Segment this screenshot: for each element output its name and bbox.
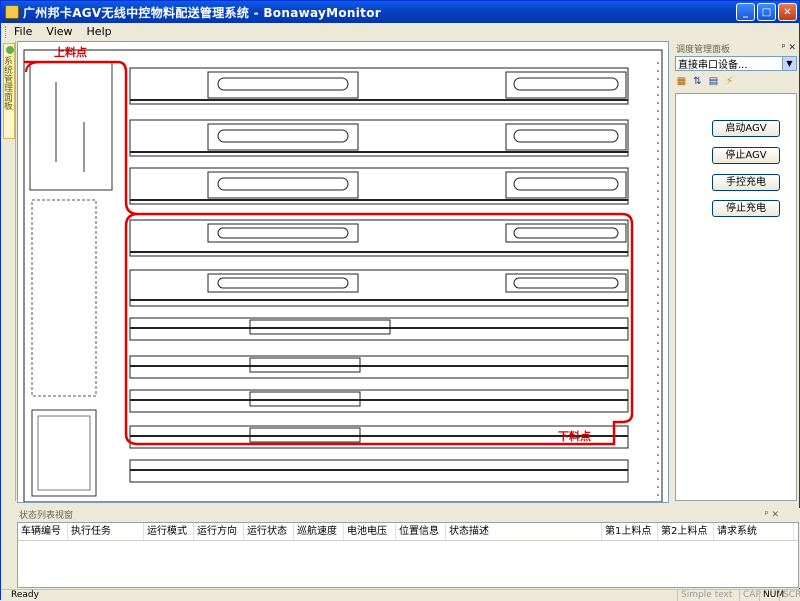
status-column-header[interactable]: 状态描述 — [446, 523, 602, 540]
stop-agv-button[interactable]: 停止AGV — [712, 147, 780, 164]
system-panel-tab-label: 系统管理面板 — [2, 56, 12, 110]
row-5 — [129, 269, 629, 307]
row-10 — [129, 459, 629, 483]
status-column-header[interactable]: 车辆编号 — [18, 523, 68, 540]
status-column-header[interactable]: 第1上料点 — [602, 523, 658, 540]
panel-status-icon — [6, 46, 14, 54]
status-column-header[interactable]: 第2上料点 — [658, 523, 714, 540]
row-8 — [129, 389, 629, 413]
left-zone-mid — [31, 199, 97, 397]
status-simple-text: Simple text — [677, 590, 732, 601]
floor-map-canvas: 上料点 下料点 — [23, 45, 663, 502]
dispatch-toolbar: ▦ ⇅ ▤ ⚡ — [675, 73, 797, 89]
left-zone-top — [29, 61, 113, 191]
dispatch-panel-header: 调度管理面板 ᵖ ✕ — [673, 41, 799, 55]
maximize-button[interactable]: □ — [757, 3, 776, 21]
left-zone-bottom — [31, 409, 97, 497]
status-column-header[interactable]: 运行状态 — [244, 523, 294, 540]
status-list-panel: 状态列表视窗 ᵖ ✕ 车辆编号 执行任务 运行模式 运行方向 运行状态 巡航速度 电池电压位… — [1, 508, 800, 588]
minimize-button[interactable]: _ — [736, 3, 755, 21]
status-column-header[interactable]: 请求系统 — [714, 523, 794, 540]
status-scrl: SCRL — [779, 590, 800, 601]
status-list-pin-icon[interactable]: ᵖ ✕ — [765, 510, 779, 520]
status-cap: CAP — [739, 590, 761, 601]
main-window: 广州邦卡AGV无线中控物料配送管理系统 - BonawayMonitor _ □… — [0, 0, 800, 601]
agv-route-start — [25, 61, 43, 73]
menu-file[interactable]: File — [14, 25, 32, 38]
app-icon — [5, 5, 19, 19]
menu-help[interactable]: Help — [87, 25, 112, 38]
dispatch-panel-title: 调度管理面板 — [676, 44, 731, 55]
status-column-header[interactable]: 位置信息 — [396, 523, 446, 540]
status-column-header[interactable]: 运行方向 — [194, 523, 244, 540]
row-2 — [129, 119, 629, 157]
row-7 — [129, 355, 629, 379]
menu-view[interactable]: View — [46, 25, 72, 38]
floor-map[interactable]: 上料点 下料点 — [17, 41, 669, 503]
manual-charge-button[interactable]: 手控充电 — [712, 174, 780, 191]
status-table[interactable]: 车辆编号 执行任务 运行模式 运行方向 运行状态 巡航速度 电池电压 位置信息 状态描述 第1上料… — [17, 522, 799, 588]
left-zone-bottom-inner — [37, 415, 91, 491]
status-ready: Ready — [11, 590, 39, 600]
chevron-down-icon[interactable]: ▼ — [782, 57, 796, 70]
status-column-header[interactable]: 巡航速度 — [294, 523, 344, 540]
port-select-value: 直接串口设备... — [678, 60, 748, 71]
lightning-icon[interactable]: ⚡ — [723, 75, 736, 88]
load-point-label: 上料点 — [54, 45, 87, 59]
grid-icon[interactable]: ▦ — [675, 75, 688, 88]
unload-point-label: 下料点 — [558, 429, 591, 443]
dispatch-panel-content: 启动AGV 停止AGV 手控充电 停止充电 — [675, 93, 797, 501]
list-icon[interactable]: ▤ — [707, 75, 720, 88]
row-3 — [129, 167, 629, 205]
stop-charge-button[interactable]: 停止充电 — [712, 200, 780, 217]
menu-bar: File View Help — [1, 23, 799, 40]
close-button[interactable]: ✕ — [778, 3, 797, 21]
dispatch-panel-pin-icon[interactable]: ᵖ ✕ — [782, 43, 796, 53]
row-4 — [129, 219, 629, 257]
dispatch-panel: 调度管理面板 ᵖ ✕ 直接串口设备... ▼ ▦ ⇅ ▤ ⚡ 启动AGV 停止A… — [673, 41, 799, 503]
menu-grip — [5, 25, 8, 38]
status-bar: Ready Simple text CAP NUM SCRL — [1, 589, 800, 601]
status-list-title: 状态列表视窗 — [19, 511, 74, 521]
title-bar[interactable]: 广州邦卡AGV无线中控物料配送管理系统 - BonawayMonitor _ □… — [1, 1, 799, 23]
window-title: 广州邦卡AGV无线中控物料配送管理系统 - BonawayMonitor — [23, 5, 381, 20]
sort-icon[interactable]: ⇅ — [691, 75, 704, 88]
system-panel-tab[interactable]: 系统管理面板 — [2, 43, 15, 139]
status-table-header: 车辆编号 执行任务 运行模式 运行方向 运行状态 巡航速度 电池电压 位置信息 状态描述 第1上料… — [18, 523, 798, 541]
row-1 — [129, 67, 629, 105]
status-list-header: 状态列表视窗 ᵖ ✕ — [1, 508, 800, 522]
status-column-header[interactable]: 执行任务 — [68, 523, 144, 540]
status-column-header[interactable]: 运行模式 — [144, 523, 194, 540]
status-column-header[interactable]: 电池电压 — [344, 523, 396, 540]
port-select[interactable]: 直接串口设备... ▼ — [675, 56, 797, 71]
row-6 — [129, 317, 629, 341]
left-dock: 系统管理面板 — [2, 41, 16, 501]
start-agv-button[interactable]: 启动AGV — [712, 120, 780, 137]
